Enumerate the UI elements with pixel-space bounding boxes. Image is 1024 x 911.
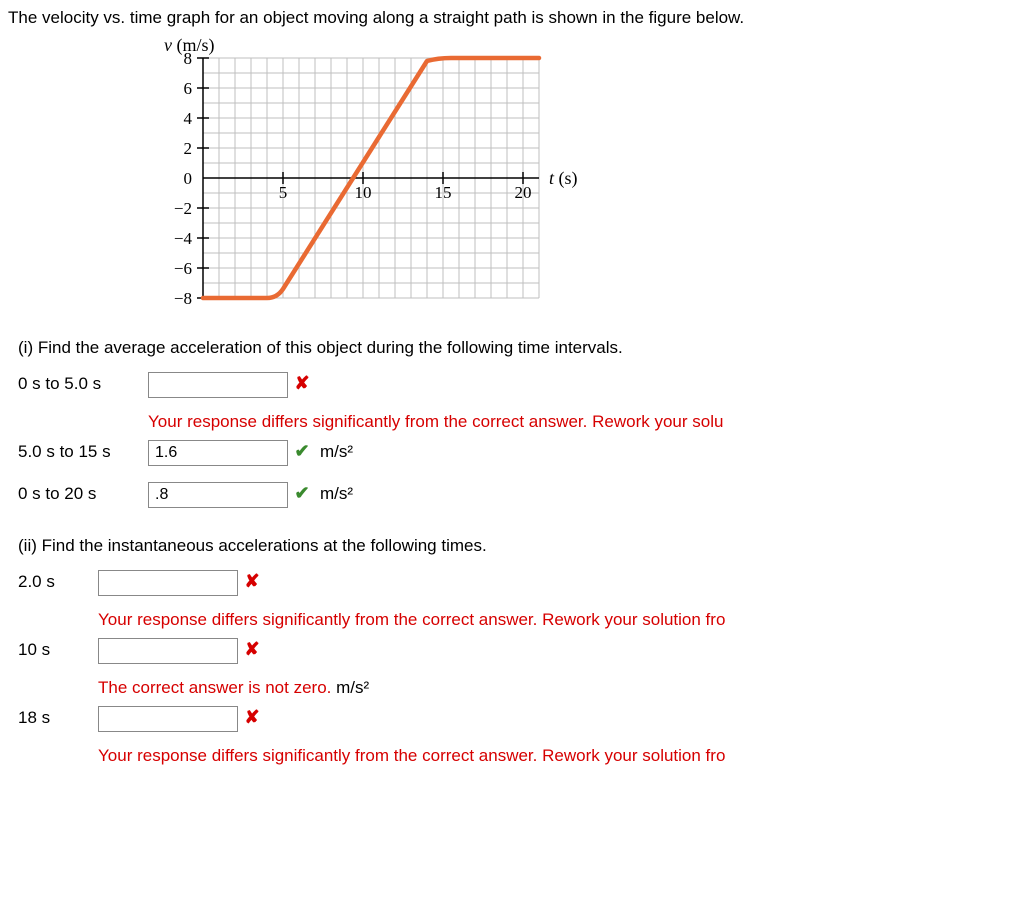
part1-prompt: (i) Find the average acceleration of thi… xyxy=(18,338,1024,358)
question-intro: The velocity vs. time graph for an objec… xyxy=(8,8,1024,28)
interval-label: 0 s to 20 s xyxy=(18,484,148,504)
wrong-icon: ✘ xyxy=(238,707,266,728)
answer-input[interactable] xyxy=(148,440,288,466)
part2-row-0: 2.0 s ✘ xyxy=(18,570,1024,604)
feedback-text: Your response differs significantly from… xyxy=(98,610,1024,630)
svg-text:−8: −8 xyxy=(174,289,192,308)
svg-text:−2: −2 xyxy=(174,199,192,218)
wrong-icon: ✘ xyxy=(238,639,266,660)
time-label: 2.0 s xyxy=(18,572,98,592)
wrong-icon: ✘ xyxy=(238,571,266,592)
feedback-text: Your response differs significantly from… xyxy=(148,412,1024,432)
svg-text:v (m/s): v (m/s) xyxy=(164,38,215,56)
svg-text:t (s): t (s) xyxy=(549,168,578,189)
wrong-icon: ✘ xyxy=(288,373,316,394)
right-icon: ✔ xyxy=(288,483,316,504)
part1-row-2: 0 s to 20 s ✔ m/s² xyxy=(18,482,1024,516)
svg-text:6: 6 xyxy=(184,79,193,98)
time-label: 18 s xyxy=(18,708,98,728)
answer-input[interactable] xyxy=(148,372,288,398)
svg-text:0: 0 xyxy=(184,169,193,188)
interval-label: 0 s to 5.0 s xyxy=(18,374,148,394)
svg-text:−4: −4 xyxy=(174,229,193,248)
time-label: 10 s xyxy=(18,640,98,660)
svg-text:20: 20 xyxy=(515,183,532,202)
feedback-text: The correct answer is not zero. m/s² xyxy=(98,678,1024,698)
answer-input[interactable] xyxy=(98,638,238,664)
part1-row-1: 5.0 s to 15 s ✔ m/s² xyxy=(18,440,1024,474)
answer-input[interactable] xyxy=(98,706,238,732)
svg-text:−6: −6 xyxy=(174,259,192,278)
svg-text:10: 10 xyxy=(355,183,372,202)
svg-text:4: 4 xyxy=(184,109,193,128)
svg-text:5: 5 xyxy=(279,183,288,202)
part2-row-2: 18 s ✘ xyxy=(18,706,1024,740)
part1-row-0: 0 s to 5.0 s ✘ xyxy=(18,372,1024,406)
part2-prompt: (ii) Find the instantaneous acceleration… xyxy=(18,536,1024,556)
unit-label: m/s² xyxy=(320,442,353,462)
interval-label: 5.0 s to 15 s xyxy=(18,442,148,462)
svg-text:15: 15 xyxy=(435,183,452,202)
part2-row-1: 10 s ✘ xyxy=(18,638,1024,672)
unit-label: m/s² xyxy=(320,484,353,504)
right-icon: ✔ xyxy=(288,441,316,462)
answer-input[interactable] xyxy=(98,570,238,596)
feedback-text: Your response differs significantly from… xyxy=(98,746,1024,766)
velocity-time-chart: 8 6 4 2 0 −2 −4 −6 −8 5 10 15 20 t (s) v… xyxy=(148,38,1024,318)
svg-text:2: 2 xyxy=(184,139,193,158)
answer-input[interactable] xyxy=(148,482,288,508)
